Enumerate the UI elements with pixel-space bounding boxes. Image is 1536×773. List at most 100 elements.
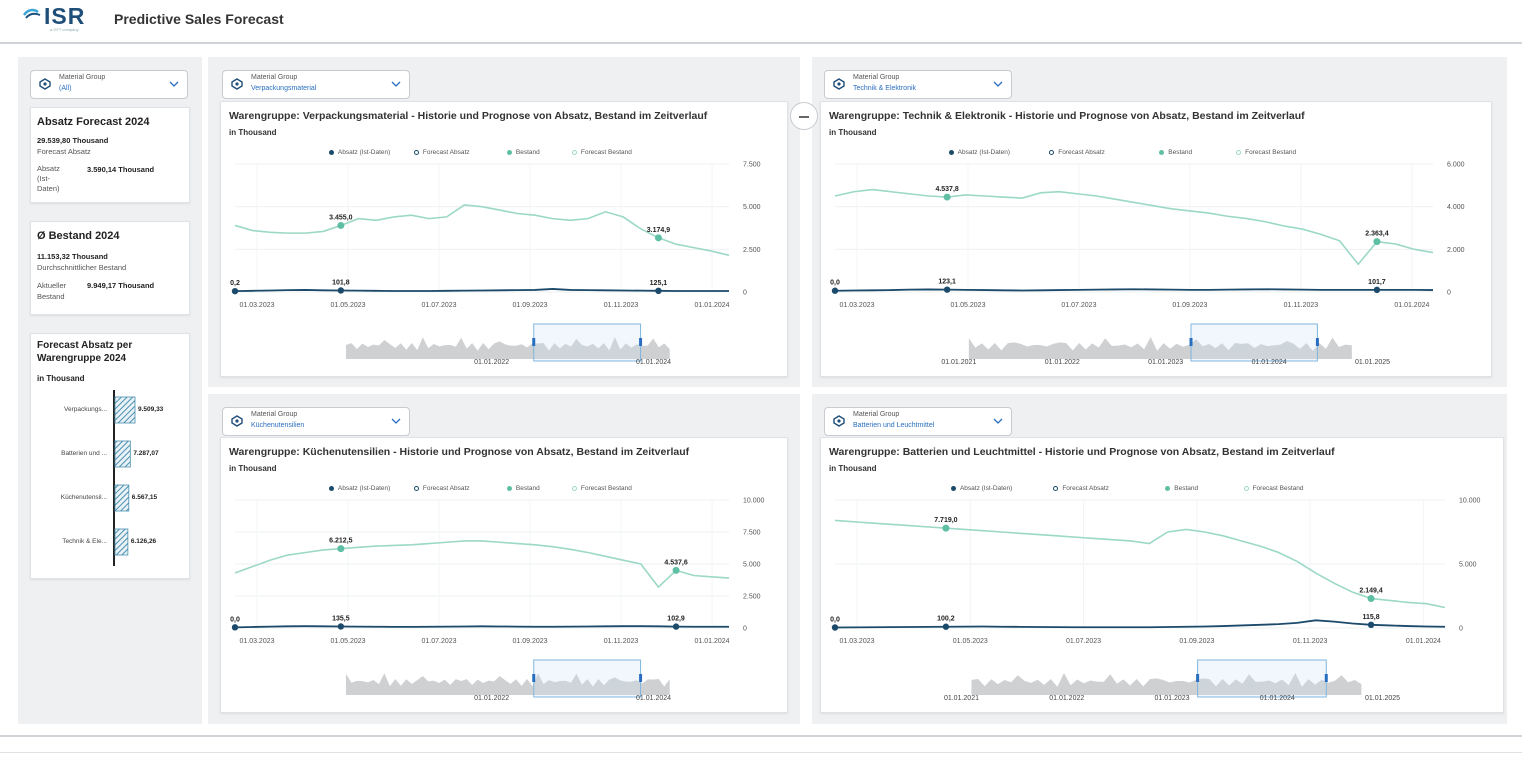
data-point[interactable] — [943, 286, 951, 293]
data-point[interactable] — [231, 287, 239, 295]
data-point[interactable] — [942, 623, 950, 630]
data-label: 3.174,9 — [647, 227, 670, 234]
range-tick-label: 01.01.2023 — [1154, 695, 1189, 702]
y-tick-label: 2.500 — [743, 594, 761, 601]
data-point[interactable] — [654, 234, 662, 242]
range-handle-left[interactable] — [1189, 338, 1193, 346]
range-tick-label: 01.01.2023 — [1148, 359, 1183, 366]
x-tick-label: 01.11.2023 — [1293, 638, 1328, 645]
y-tick-label: 5.000 — [743, 204, 761, 211]
bar-value-label: 7.287,07 — [133, 450, 159, 457]
range-selection[interactable] — [533, 323, 642, 362]
data-point[interactable] — [831, 624, 839, 631]
chevron-down-icon — [993, 81, 1003, 87]
material-group-filter[interactable]: Material Group Technik & Elektronik — [824, 70, 1012, 99]
kpi-secondary-label: Bestand — [37, 292, 65, 301]
range-handle-left[interactable] — [532, 674, 536, 682]
data-point[interactable] — [337, 287, 345, 294]
kpi-title: Ø Bestand 2024 — [37, 230, 120, 242]
data-label: 101,7 — [1368, 279, 1386, 286]
data-label: 102,9 — [667, 616, 685, 623]
range-handle-right[interactable] — [639, 338, 643, 346]
y-tick-label: 6.000 — [1447, 162, 1465, 169]
material-group-filter[interactable]: Material Group Küchenutensilien — [222, 407, 410, 436]
kpi-secondary-label: Daten) — [37, 184, 60, 193]
filter-icon — [833, 415, 845, 427]
data-point[interactable] — [1367, 595, 1375, 603]
x-tick-label: 01.05.2023 — [950, 302, 985, 309]
bar[interactable] — [114, 396, 136, 424]
app-header: ISR a GFT company Predictive Sales Forec… — [0, 0, 1522, 44]
y-tick-label: 2.500 — [743, 247, 761, 254]
kpi-secondary-value: 9.949,17 Thousand — [87, 281, 155, 290]
data-label: 115,8 — [1362, 614, 1379, 621]
chevron-down-icon — [993, 418, 1003, 424]
data-point[interactable] — [337, 623, 345, 630]
filter-label: Material Group — [251, 74, 298, 81]
x-tick-label: 01.05.2023 — [330, 638, 365, 645]
data-label: 2.149,4 — [1359, 588, 1382, 595]
kpi-primary-label: Forecast Absatz — [37, 147, 91, 156]
data-point[interactable] — [231, 624, 239, 631]
data-point[interactable] — [943, 193, 951, 201]
bar-label: Küchenutensil... — [60, 494, 107, 501]
range-handle-left[interactable] — [1196, 674, 1200, 682]
data-label: 101,8 — [332, 279, 350, 286]
footer-divider — [0, 752, 1522, 753]
x-tick-label: 01.07.2023 — [1066, 638, 1101, 645]
series-absatz-line[interactable] — [834, 288, 1434, 292]
filter-value: Technik & Elektronik — [853, 85, 917, 92]
range-tick-label: 01.01.2024 — [1252, 359, 1287, 366]
chart-panel-batterien: Material Group Batterien und Leuchtmitte… — [812, 394, 1507, 724]
material-group-filter[interactable]: Material Group Batterien und Leuchtmitte… — [824, 407, 1012, 436]
series-absatz-line[interactable] — [234, 625, 729, 629]
filter-label: Material Group — [853, 411, 900, 418]
chevron-down-icon — [391, 418, 401, 424]
range-tick-label: 01.01.2022 — [1045, 359, 1080, 366]
material-group-filter-all[interactable]: Material Group (All) — [30, 70, 188, 99]
logo-text: ISR — [44, 3, 86, 29]
bar-value-label: 6.567,15 — [131, 494, 158, 501]
range-selection[interactable] — [1197, 659, 1327, 698]
material-group-filter[interactable]: Material Group Verpackungsmaterial — [222, 70, 410, 99]
range-handle-right[interactable] — [1324, 674, 1328, 682]
bar-label: Verpackungs... — [64, 406, 107, 413]
range-handle-right[interactable] — [1315, 338, 1319, 346]
data-point[interactable] — [1367, 621, 1375, 628]
data-point[interactable] — [942, 524, 950, 532]
series-absatz-line[interactable] — [834, 619, 1446, 629]
y-tick-label: 10.000 — [743, 498, 765, 505]
collapse-button[interactable] — [790, 102, 818, 130]
kpi-secondary-label: (Ist- — [37, 174, 50, 183]
line-chart-plot: 7.500 5.000 2.500 0 01.03.2023 01.05.2023 01.0… — [230, 162, 761, 367]
range-selection[interactable] — [1190, 323, 1318, 362]
data-point[interactable] — [672, 566, 680, 574]
x-tick-label: 01.03.2023 — [239, 638, 274, 645]
data-point[interactable] — [1373, 286, 1381, 294]
data-point[interactable] — [831, 287, 839, 294]
series-bestand-line[interactable] — [834, 188, 1434, 266]
range-tick-label: 01.01.2022 — [474, 695, 509, 702]
range-tick-label: 01.01.2022 — [1049, 695, 1084, 702]
data-point[interactable] — [337, 545, 345, 553]
range-tick-label: 01.01.2021 — [944, 695, 979, 702]
x-tick-label: 01.05.2023 — [953, 638, 988, 645]
range-handle-left[interactable] — [532, 338, 536, 346]
range-handle-right[interactable] — [639, 674, 643, 682]
data-point[interactable] — [1373, 238, 1381, 246]
data-point[interactable] — [655, 287, 662, 295]
bar[interactable] — [114, 440, 131, 468]
x-tick-label: 01.07.2023 — [421, 638, 456, 645]
x-tick-label: 01.01.2024 — [695, 638, 730, 645]
data-point[interactable] — [337, 221, 345, 229]
series-absatz-line[interactable] — [234, 288, 729, 293]
data-label: 4.537,8 — [935, 186, 958, 193]
y-tick-label: 5.000 — [1459, 562, 1477, 569]
filter-label: Material Group — [251, 411, 298, 418]
data-label: 100,2 — [937, 616, 955, 623]
range-selection[interactable] — [533, 659, 642, 698]
range-tick-label: 01.01.2022 — [474, 359, 509, 366]
bar[interactable] — [114, 528, 129, 556]
data-point[interactable] — [672, 623, 680, 630]
bar[interactable] — [114, 484, 130, 512]
